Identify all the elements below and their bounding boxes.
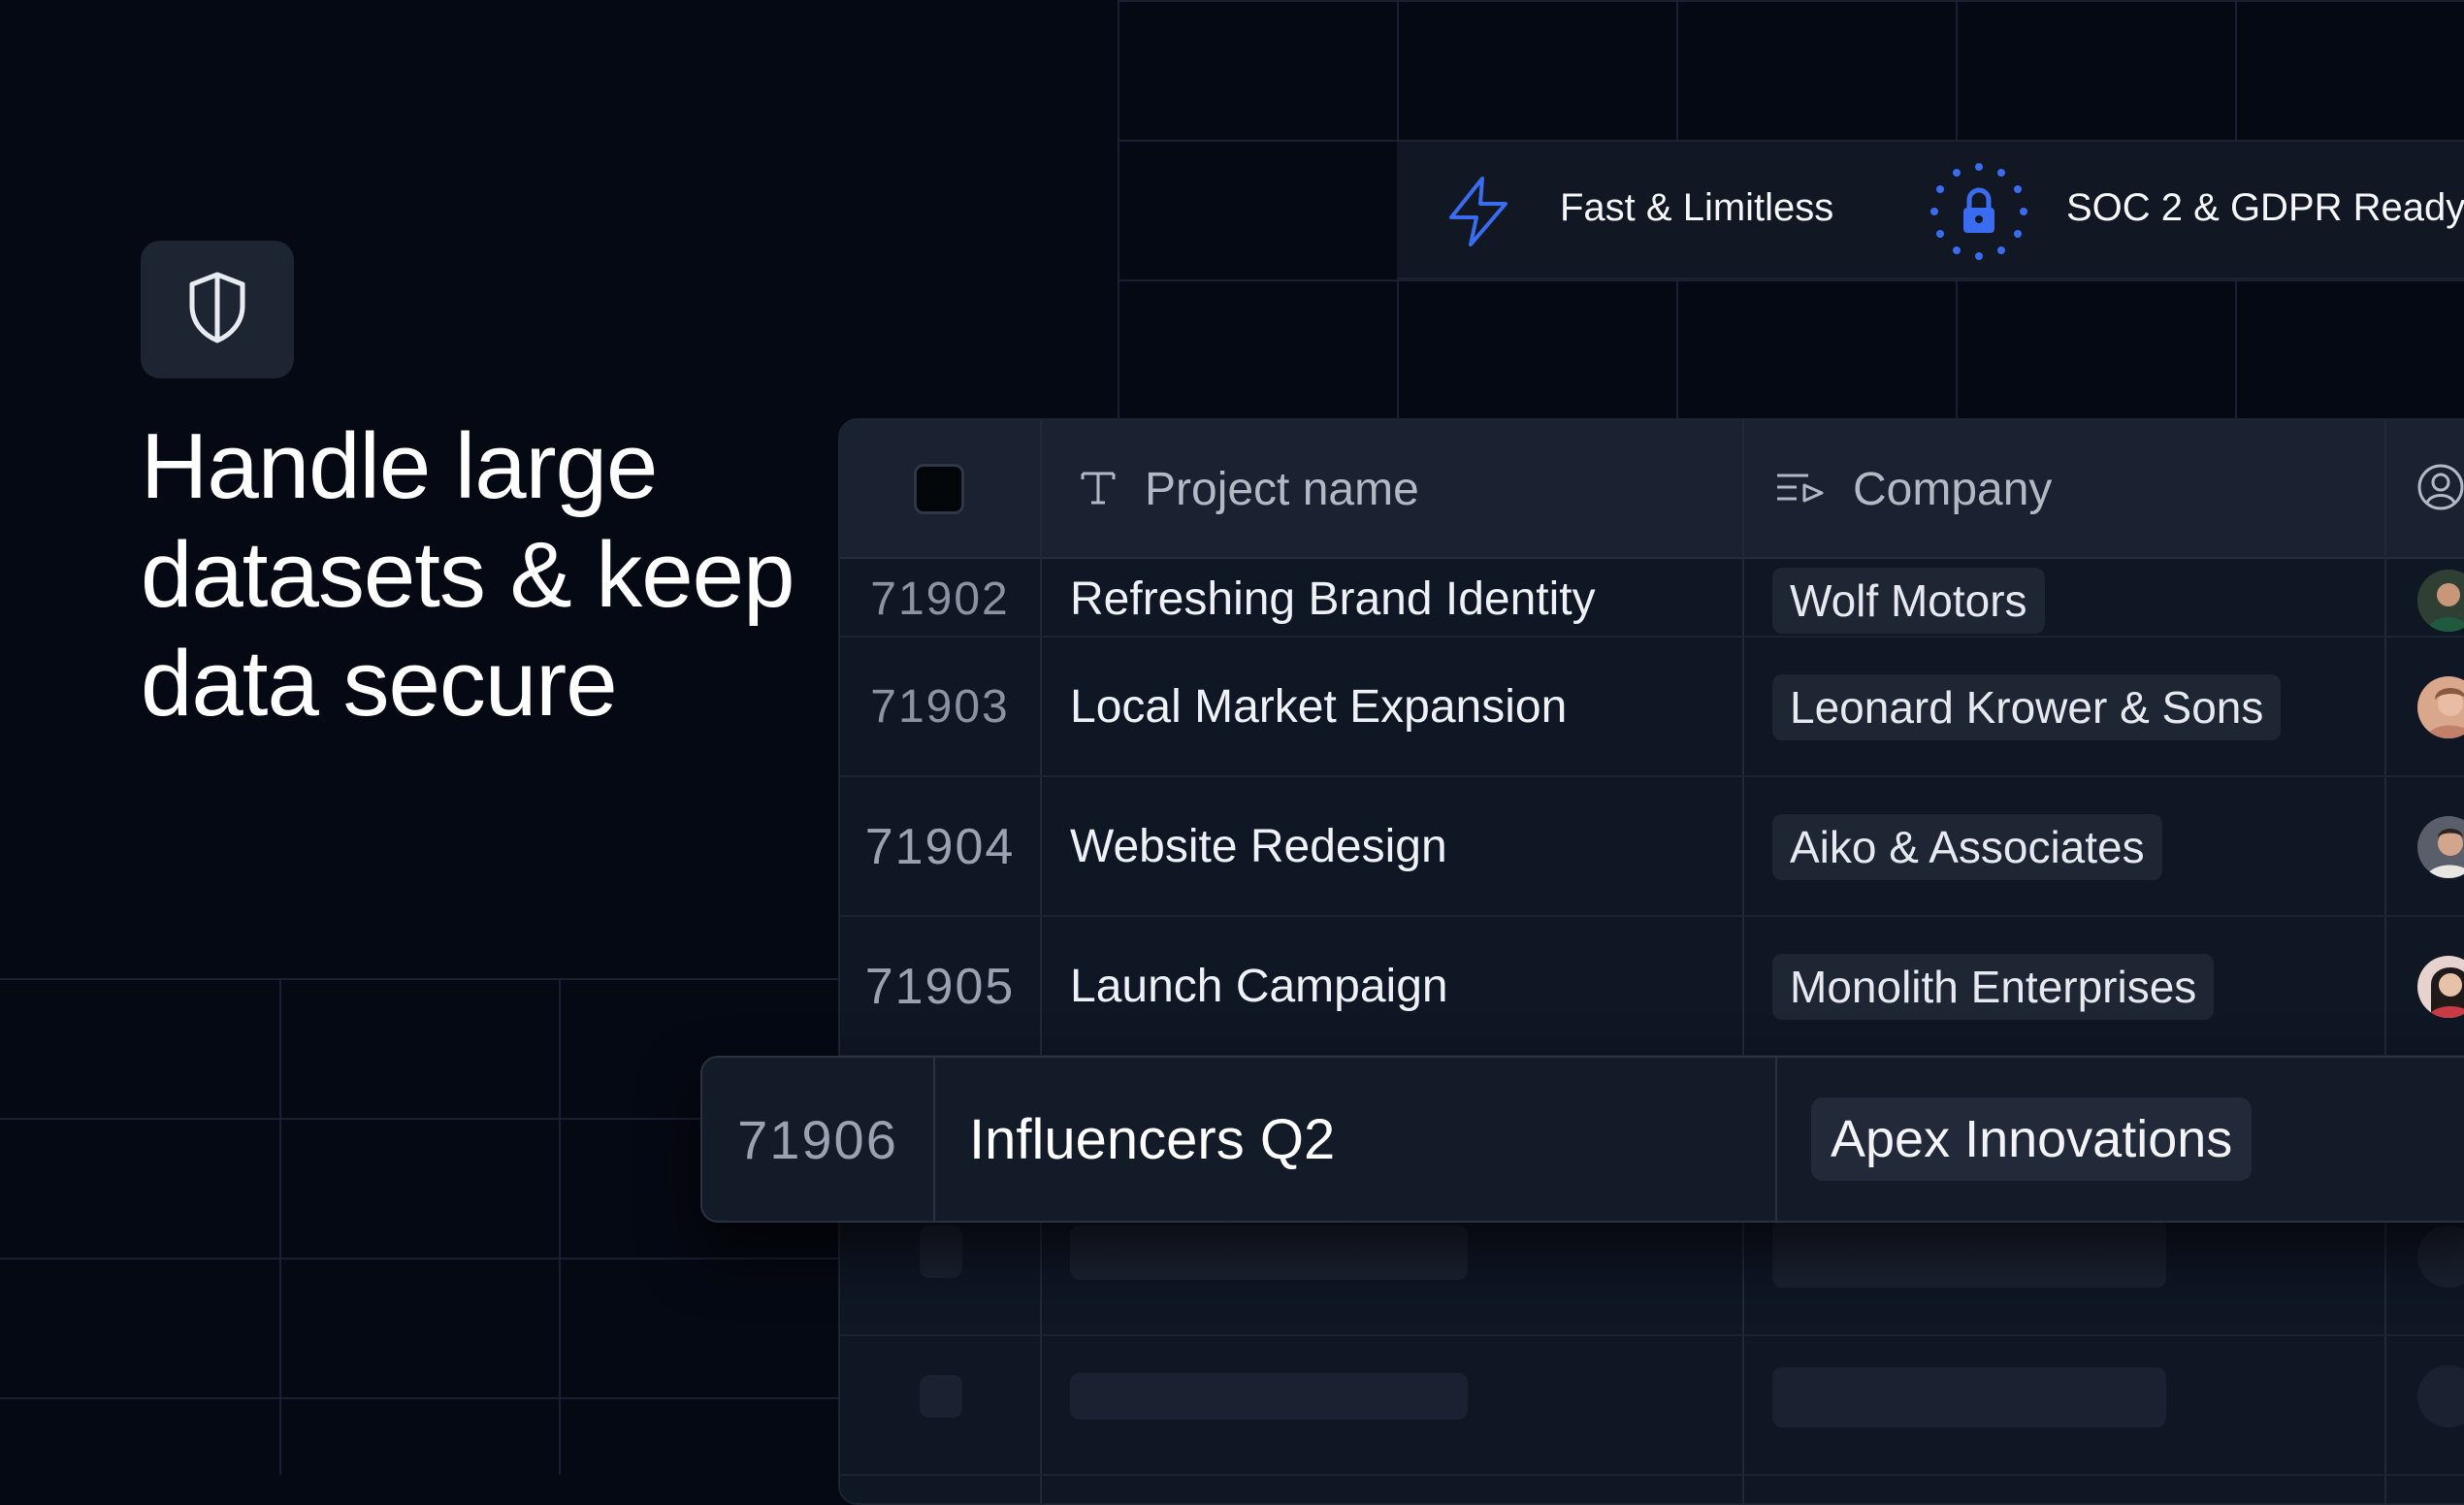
headline-line: data secure xyxy=(141,632,618,736)
company-chip[interactable]: Monolith Enterprises xyxy=(1772,954,2215,1020)
grid-line xyxy=(1118,0,2464,2)
table-row[interactable]: 71903 Local Market Expansion Leonard Kro… xyxy=(840,638,2464,777)
grid-line xyxy=(0,978,844,980)
row-id: 71904 xyxy=(864,819,1016,875)
column-divider xyxy=(933,1058,935,1221)
row-project-name: Refreshing Brand Identity xyxy=(1070,573,1596,625)
skeleton-text xyxy=(1070,1226,1468,1268)
headline-line: Handle large xyxy=(141,414,658,518)
row-id: 71902 xyxy=(870,573,1010,625)
skeleton-text xyxy=(1772,1367,2166,1427)
company-chip[interactable]: Leonard Krower & Sons xyxy=(1772,674,2282,740)
grid-line xyxy=(1118,279,2464,281)
avatar xyxy=(2417,676,2464,738)
shield-icon xyxy=(186,271,248,349)
avatar xyxy=(2417,816,2464,878)
grid-line xyxy=(0,1258,844,1260)
row-project-name: Influencers Q2 xyxy=(969,1107,1336,1171)
grid-line xyxy=(1118,0,1119,419)
skeleton-checkbox xyxy=(920,1226,962,1268)
grid-line xyxy=(279,978,281,1475)
shield-icon-box xyxy=(141,241,294,378)
table-row[interactable]: 71905 Launch Campaign Monolith Enterpris… xyxy=(840,917,2464,1057)
skeleton-row xyxy=(840,1220,2464,1323)
skeleton-row xyxy=(840,1336,2464,1476)
avatar xyxy=(2417,570,2464,632)
column-divider xyxy=(1775,1058,1777,1221)
feature-fast-label: Fast & Limitless xyxy=(1560,186,1834,229)
feature-compliance-label: SOC 2 & GDPR Ready xyxy=(2066,186,2464,229)
table-row[interactable]: 71904 Website Redesign Aiko & Associates xyxy=(840,777,2464,917)
skeleton-text xyxy=(1772,1220,2166,1276)
skeleton-avatar xyxy=(2417,1365,2464,1427)
row-project-name: Website Redesign xyxy=(1070,821,1447,872)
avatar xyxy=(2417,956,2464,1018)
row-project-name: Local Market Expansion xyxy=(1070,681,1568,733)
eu-lock-icon xyxy=(1929,161,2029,267)
company-chip[interactable]: Apex Innovations xyxy=(1811,1097,2253,1181)
row-id: 71905 xyxy=(864,959,1016,1015)
company-chip[interactable]: Wolf Motors xyxy=(1772,568,2045,634)
skeleton-text xyxy=(1070,1373,1468,1420)
highlighted-row[interactable]: 71906 Influencers Q2 Apex Innovations xyxy=(700,1056,2464,1223)
skeleton-checkbox xyxy=(920,1375,962,1418)
lightning-icon xyxy=(1443,175,1513,253)
row-id: 71903 xyxy=(870,681,1010,733)
row-project-name: Launch Campaign xyxy=(1070,961,1448,1012)
feature-badges: Fast & Limitless SOC 2 & GDPR Ready xyxy=(1397,140,2464,279)
data-table: Project name Company 71902 Refreshing Br… xyxy=(838,418,2464,1505)
table-row[interactable]: 71902 Refreshing Brand Identity Wolf Mot… xyxy=(840,498,2464,638)
row-id: 71906 xyxy=(737,1108,898,1170)
company-chip[interactable]: Aiko & Associates xyxy=(1772,814,2162,880)
grid-line xyxy=(0,1397,844,1399)
page-headline: Handle large datasets & keep data secure xyxy=(141,412,878,738)
headline-line: datasets & keep xyxy=(141,523,794,627)
grid-line xyxy=(559,978,561,1475)
